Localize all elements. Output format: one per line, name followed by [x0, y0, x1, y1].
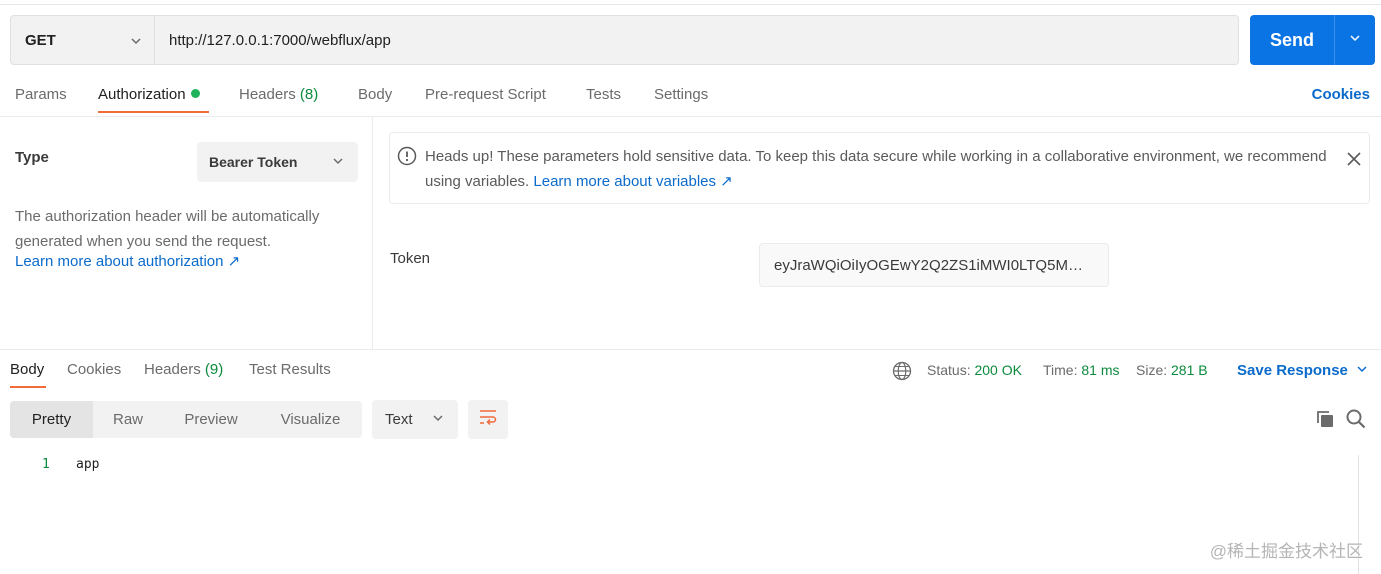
- format-visualize[interactable]: Visualize: [259, 401, 362, 438]
- response-tab-test-results[interactable]: Test Results: [249, 361, 331, 378]
- copy-icon[interactable]: [1314, 408, 1336, 430]
- active-dot-icon: [190, 89, 200, 98]
- tab-headers[interactable]: Headers (8): [239, 86, 318, 103]
- chevron-down-icon: [1349, 31, 1361, 49]
- response-time: Time: 81 ms: [1043, 362, 1120, 378]
- top-border: [0, 0, 1381, 5]
- watermark: @稀土掘金技术社区: [1209, 542, 1363, 561]
- send-label: Send: [1250, 15, 1335, 65]
- send-button[interactable]: Send: [1250, 15, 1375, 65]
- close-icon[interactable]: [1345, 150, 1363, 168]
- tab-label: Params: [15, 86, 67, 103]
- chevron-down-icon: [432, 411, 444, 428]
- tab-label: Body: [10, 361, 45, 378]
- auth-type-value: Bearer Token: [209, 154, 298, 170]
- format-type-select[interactable]: Text: [372, 400, 458, 439]
- tab-label: Test Results: [249, 361, 331, 378]
- divider: [0, 349, 1381, 350]
- cookies-link[interactable]: Cookies: [1312, 86, 1370, 103]
- info-icon: [397, 146, 417, 166]
- tab-label: Settings: [654, 86, 709, 103]
- save-response-label: Save Response: [1237, 362, 1348, 379]
- format-type-value: Text: [385, 411, 413, 428]
- format-raw[interactable]: Raw: [93, 401, 163, 438]
- wrap-lines-button[interactable]: [468, 400, 508, 439]
- sensitive-data-notice: Heads up! These parameters hold sensitiv…: [389, 132, 1370, 204]
- notice-text: Heads up! These parameters hold sensitiv…: [425, 144, 1330, 194]
- line-number: 1: [42, 457, 50, 472]
- request-tabs: Params Authorization Headers (8) Body Pr…: [0, 80, 1381, 116]
- time-label: Time:: [1043, 362, 1078, 378]
- url-bar: GET http://127.0.0.1:7000/webflux/app: [10, 15, 1239, 65]
- token-input[interactable]: eyJraWQiOiIyOGEwY2Q2ZS1iMWI0LTQ5MmEtODg0…: [759, 243, 1109, 287]
- token-value: eyJraWQiOiIyOGEwY2Q2ZS1iMWI0LTQ5MmEtODg0…: [774, 256, 1094, 274]
- search-icon[interactable]: [1345, 408, 1367, 430]
- url-input[interactable]: http://127.0.0.1:7000/webflux/app: [155, 16, 1238, 64]
- tab-authorization[interactable]: Authorization: [98, 86, 200, 103]
- tab-pre-request-script[interactable]: Pre-request Script: [425, 86, 546, 103]
- tab-label: Headers: [144, 361, 201, 378]
- tab-count: (8): [299, 86, 319, 103]
- active-tab-indicator: [98, 111, 209, 113]
- auth-type-panel: Type Bearer Token The authorization head…: [0, 117, 373, 349]
- globe-icon[interactable]: [892, 361, 912, 381]
- tab-count: (9): [204, 361, 224, 378]
- learn-more-variables-link[interactable]: Learn more about variables ↗: [533, 173, 732, 190]
- auth-type-select[interactable]: Bearer Token: [197, 142, 358, 182]
- status-value: 200 OK: [974, 362, 1022, 378]
- auth-type-label: Type: [15, 149, 49, 166]
- tab-tests[interactable]: Tests: [586, 86, 621, 103]
- save-response-button[interactable]: Save Response: [1237, 362, 1368, 379]
- response-size: Size: 281 B: [1136, 362, 1208, 378]
- method-select[interactable]: GET: [11, 16, 155, 64]
- url-text: http://127.0.0.1:7000/webflux/app: [169, 31, 391, 49]
- token-label: Token: [390, 250, 431, 267]
- auth-description: The authorization header will be automat…: [15, 208, 320, 250]
- time-value: 81 ms: [1081, 362, 1120, 378]
- response-tab-body[interactable]: Body: [10, 361, 44, 378]
- tab-label: Pre-request Script: [425, 86, 546, 103]
- tab-label: Authorization: [98, 86, 186, 103]
- send-dropdown-button[interactable]: [1335, 15, 1375, 65]
- code-line: app: [76, 457, 100, 472]
- tab-label: Tests: [586, 86, 622, 103]
- response-status: Status: 200 OK: [927, 362, 1022, 378]
- tab-body[interactable]: Body: [358, 86, 392, 103]
- tab-label: Cookies: [67, 361, 122, 378]
- response-tab-cookies[interactable]: Cookies: [67, 361, 121, 378]
- format-preview[interactable]: Preview: [163, 401, 259, 438]
- wrap-lines-icon: [478, 408, 498, 431]
- format-pretty[interactable]: Pretty: [10, 401, 93, 438]
- tab-params[interactable]: Params: [15, 86, 67, 103]
- format-tabs: Pretty Raw Preview Visualize: [10, 401, 362, 438]
- tab-label: Headers: [239, 86, 296, 103]
- tab-label: Body: [358, 86, 393, 103]
- size-value: 281 B: [1171, 362, 1208, 378]
- tab-settings[interactable]: Settings: [654, 86, 708, 103]
- chevron-down-icon: [332, 154, 344, 170]
- method-label: GET: [25, 31, 56, 49]
- chevron-down-icon: [1356, 362, 1368, 379]
- chevron-down-icon: [130, 35, 141, 45]
- active-tab-indicator: [10, 386, 46, 388]
- size-label: Size:: [1136, 362, 1168, 378]
- status-label: Status:: [927, 362, 971, 378]
- learn-more-authorization-link[interactable]: Learn more about authorization ↗: [15, 252, 240, 270]
- response-tab-headers[interactable]: Headers (9): [144, 361, 223, 378]
